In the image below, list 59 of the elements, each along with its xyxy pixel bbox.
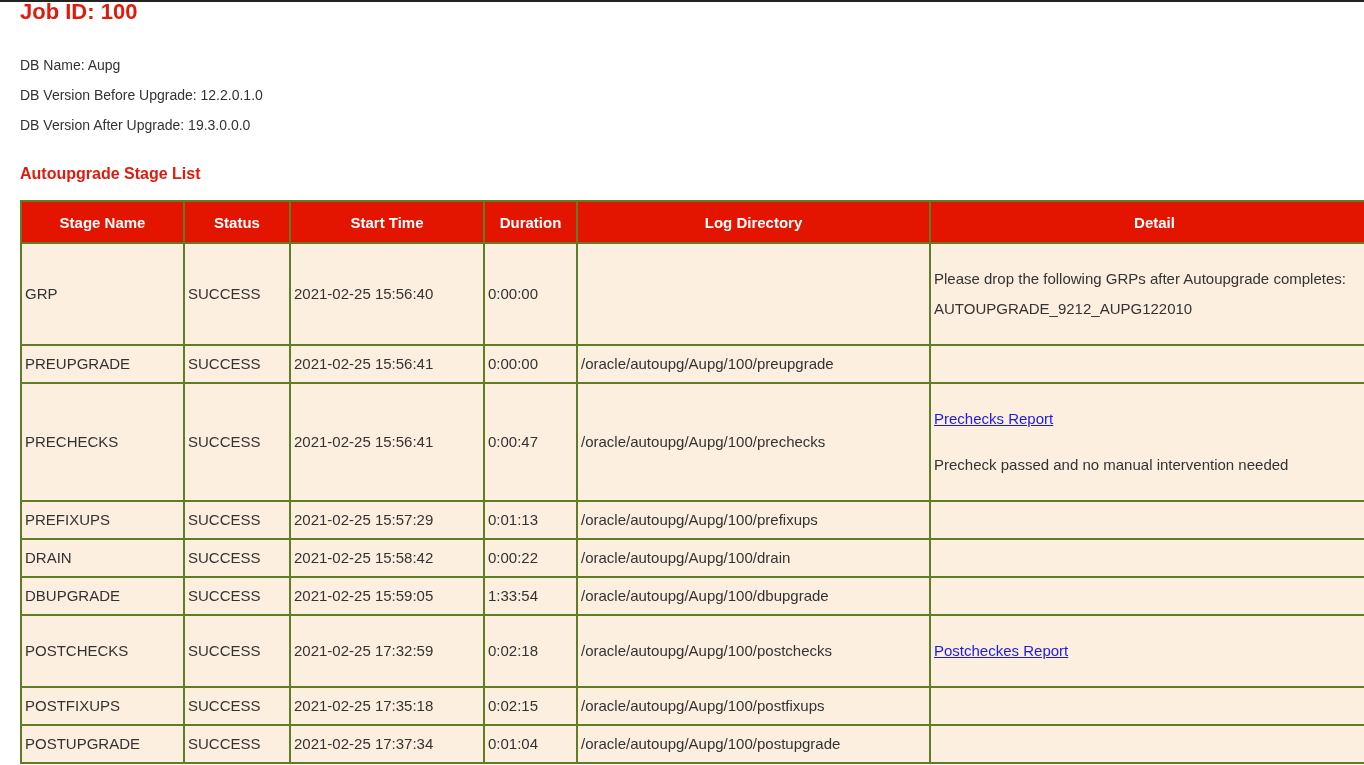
table-cell: 2021-02-25 17:35:18 [290,687,484,725]
table-cell: POSTUPGRADE [21,725,184,763]
report-link[interactable]: Prechecks Report [934,410,1054,427]
table-cell: 0:02:18 [484,615,577,687]
table-cell: PREUPGRADE [21,345,184,383]
column-header: Status [184,201,290,243]
table-cell: 2021-02-25 17:32:59 [290,615,484,687]
table-cell: 2021-02-25 15:58:42 [290,539,484,577]
column-header: Stage Name [21,201,184,243]
table-cell: DBUPGRADE [21,577,184,615]
table-cell: PREFIXUPS [21,501,184,539]
column-header: Start Time [290,201,484,243]
table-cell: /oracle/autoupg/Aupg/100/postfixups [577,687,930,725]
detail-text: Please drop the following GRPs after Autoupgrade completes: AUTOUPGRADE_9212_AUPG122010 [934,269,1347,319]
table-cell: SUCCESS [184,725,290,763]
table-cell: DRAIN [21,539,184,577]
table-cell: 0:00:00 [484,345,577,383]
table-cell: /oracle/autoupg/Aupg/100/prechecks [577,383,930,501]
table-cell: /oracle/autoupg/Aupg/100/postupgrade [577,725,930,763]
table-cell: 0:00:47 [484,383,577,501]
table-cell: /oracle/autoupg/Aupg/100/drain [577,539,930,577]
column-header: Duration [484,201,577,243]
table-cell: PRECHECKS [21,383,184,501]
info-text: DB Version Before Upgrade: 12.2.0.1.0 [20,86,264,105]
table-cell: SUCCESS [184,501,290,539]
table-cell: /oracle/autoupg/Aupg/100/postchecks [577,615,930,687]
table-cell: SUCCESS [184,345,290,383]
info-text: DB Version After Upgrade: 19.3.0.0.0 [20,116,252,135]
table-cell: 0:00:00 [484,243,577,345]
table-cell: POSTCHECKS [21,615,184,687]
report-link[interactable]: Postcheckes Report [934,642,1069,659]
table-cell: 2021-02-25 15:56:41 [290,383,484,501]
section-title: Autoupgrade Stage List [20,164,202,184]
table-cell: 2021-02-25 17:37:34 [290,725,484,763]
table-cell: SUCCESS [184,539,290,577]
table-cell: 2021-02-25 15:57:29 [290,501,484,539]
column-header: Log Directory [577,201,930,243]
job-title: Job ID: 100 [20,2,139,22]
table-cell: 0:00:22 [484,539,577,577]
info-text: DB Name: Aupg [20,56,122,75]
table-cell: 2021-02-25 15:56:40 [290,243,484,345]
detail-text: Precheck passed and no manual intervention needed [934,455,1290,475]
table-cell: GRP [21,243,184,345]
table-cell: 0:02:15 [484,687,577,725]
table-cell: /oracle/autoupg/Aupg/100/prefixups [577,501,930,539]
table-cell: SUCCESS [184,383,290,501]
table-cell: 2021-02-25 15:56:41 [290,345,484,383]
table-cell: 2021-02-25 15:59:05 [290,577,484,615]
column-header: Detail [930,201,1364,243]
table-cell: POSTFIXUPS [21,687,184,725]
table-cell: /oracle/autoupg/Aupg/100/preupgrade [577,345,930,383]
table-cell: SUCCESS [184,615,290,687]
table-cell: SUCCESS [184,243,290,345]
table-cell: SUCCESS [184,687,290,725]
table-cell: SUCCESS [184,577,290,615]
table-cell: 0:01:04 [484,725,577,763]
table-cell: 1:33:54 [484,577,577,615]
table-cell: 0:01:13 [484,501,577,539]
table-cell: /oracle/autoupg/Aupg/100/dbupgrade [577,577,930,615]
